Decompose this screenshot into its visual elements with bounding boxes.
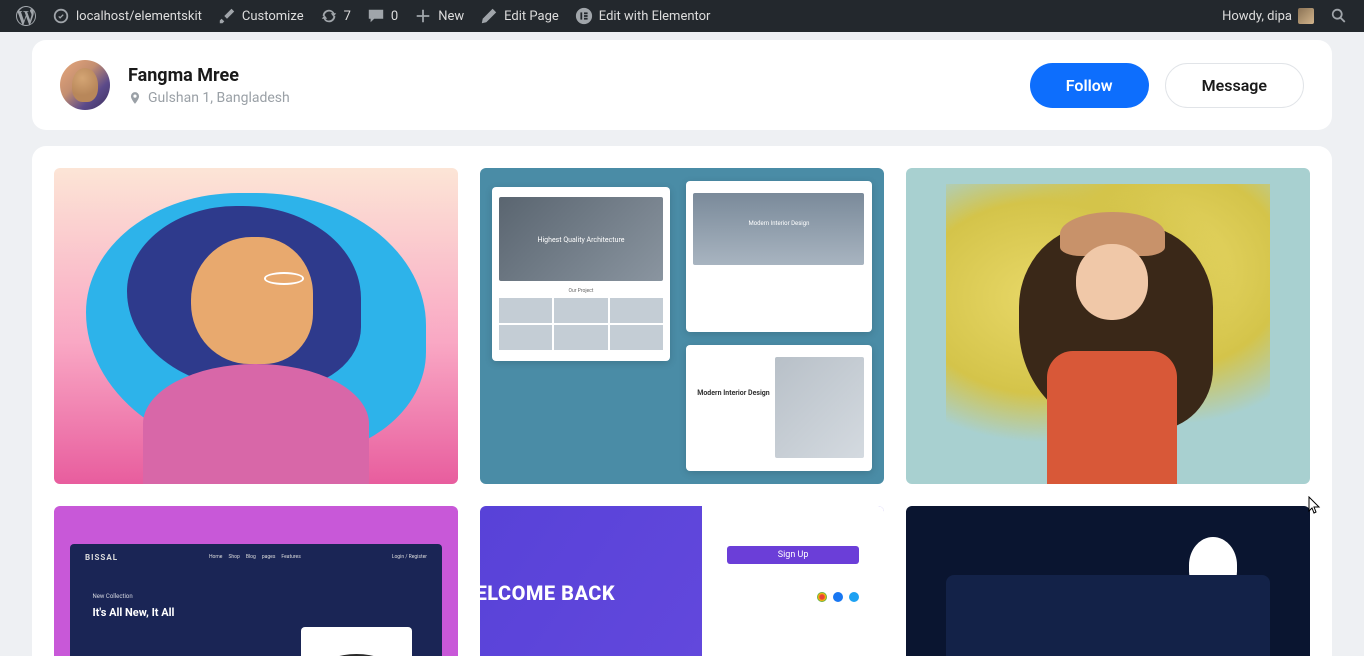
gallery-item-3[interactable] (906, 168, 1310, 484)
twitter-icon (849, 592, 859, 602)
edit-elementor-link[interactable]: Edit with Elementor (567, 0, 719, 32)
brush-icon (218, 7, 236, 25)
site-name-text: localhost/elementskit (76, 9, 202, 24)
wp-admin-bar: localhost/elementskit Customize 7 0 New … (0, 0, 1364, 32)
refresh-icon (320, 7, 338, 25)
gallery-item-2[interactable]: Our Project Modern Interior Design (480, 168, 884, 484)
profile-header: Fangma Mree Gulshan 1, Bangladesh Follow… (32, 40, 1332, 130)
search-toggle[interactable] (1322, 0, 1356, 32)
new-text: New (438, 9, 464, 24)
elementor-icon (575, 7, 593, 25)
updates-link[interactable]: 7 (312, 0, 359, 32)
profile-name: Fangma Mree (128, 65, 290, 86)
customize-link[interactable]: Customize (210, 0, 312, 32)
plus-icon (414, 7, 432, 25)
cursor-icon (1308, 496, 1322, 520)
customize-text: Customize (242, 9, 304, 24)
gallery-item-6[interactable]: 4 4 (906, 506, 1310, 656)
pencil-icon (480, 7, 498, 25)
gallery-section: Our Project Modern Interior Design BISSA… (32, 146, 1332, 656)
comment-icon (367, 7, 385, 25)
edit-page-text: Edit Page (504, 9, 559, 24)
updates-count: 7 (344, 9, 351, 24)
gallery-item-1[interactable] (54, 168, 458, 484)
page-content: Fangma Mree Gulshan 1, Bangladesh Follow… (0, 32, 1364, 656)
profile-avatar[interactable] (60, 60, 110, 110)
new-link[interactable]: New (406, 0, 472, 32)
profile-location-text: Gulshan 1, Bangladesh (148, 90, 290, 106)
comments-link[interactable]: 0 (359, 0, 406, 32)
site-name-link[interactable]: localhost/elementskit (44, 0, 210, 32)
google-icon (817, 592, 827, 602)
search-icon (1330, 7, 1348, 25)
howdy-text: Howdy, dipa (1222, 9, 1292, 24)
facebook-icon (833, 592, 843, 602)
follow-button[interactable]: Follow (1030, 63, 1149, 108)
howdy-link[interactable]: Howdy, dipa (1214, 0, 1322, 32)
dashboard-icon (52, 7, 70, 25)
message-button[interactable]: Message (1165, 63, 1304, 108)
gallery-item-4[interactable]: BISSALHomeShopBlogpagesFeaturesLogin / R… (54, 506, 458, 656)
location-pin-icon (128, 91, 142, 105)
gallery-item-5[interactable]: ELCOME BACK Sign Up (480, 506, 884, 656)
edit-page-link[interactable]: Edit Page (472, 0, 567, 32)
wp-logo[interactable] (8, 0, 44, 32)
profile-location: Gulshan 1, Bangladesh (128, 90, 290, 106)
comments-count: 0 (391, 9, 398, 24)
edit-elementor-text: Edit with Elementor (599, 9, 711, 24)
wordpress-icon (16, 6, 36, 26)
user-avatar-icon (1298, 8, 1314, 24)
